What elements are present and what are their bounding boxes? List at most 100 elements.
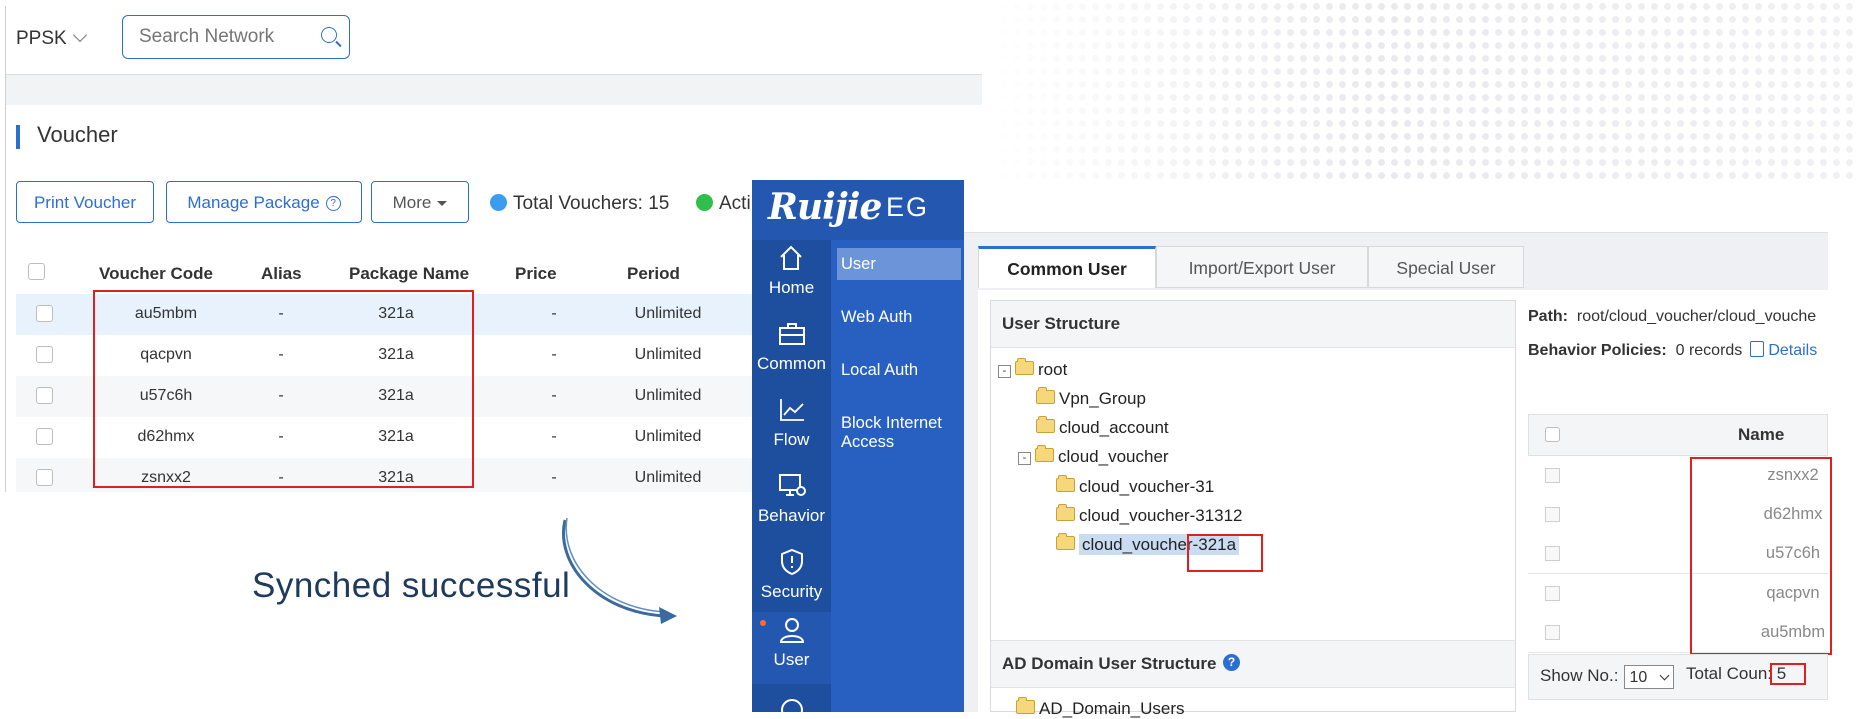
submenu: User Web Auth Local Auth Block Internet …	[831, 240, 964, 712]
nav-common-label: Common	[757, 354, 826, 373]
nav-user-label: User	[773, 650, 810, 669]
period-cell: Unlimited	[634, 428, 702, 445]
status-dot-icon	[490, 194, 507, 211]
more-button[interactable]: More	[371, 181, 469, 223]
tree-node-cloud-voucher[interactable]: - cloud_voucher	[1018, 445, 1169, 467]
tab-import-export-user[interactable]: Import/Export User	[1156, 246, 1368, 288]
row-checkbox[interactable]	[36, 469, 53, 486]
tab-special-user[interactable]: Special User	[1368, 246, 1524, 288]
collapse-icon[interactable]: -	[998, 365, 1011, 378]
nav-common[interactable]: Common	[752, 316, 831, 390]
tree-label: cloud_account	[1059, 418, 1169, 437]
monitor-settings-icon	[779, 474, 806, 496]
row-checkbox[interactable]	[1545, 546, 1560, 561]
home-icon	[780, 245, 802, 270]
search-network-input[interactable]	[137, 25, 301, 49]
search-icon[interactable]	[321, 27, 337, 43]
period-cell: Unlimited	[634, 305, 702, 322]
folder-icon	[1056, 504, 1075, 521]
row-checkbox[interactable]	[36, 346, 53, 363]
tree-node-root[interactable]: - root	[998, 358, 1068, 380]
nav-security[interactable]: Security	[752, 544, 831, 618]
column-header-name[interactable]: Name	[1738, 425, 1784, 445]
behavior-policies-label: Behavior Policies:	[1528, 342, 1667, 359]
folder-icon	[1015, 358, 1034, 375]
tree-label: root	[1038, 360, 1068, 379]
folder-icon	[1035, 445, 1054, 462]
tree-node-cloud-account[interactable]: cloud_account	[1036, 416, 1169, 438]
collapse-icon[interactable]: -	[1018, 452, 1031, 465]
tree-node-cloud-voucher-31312[interactable]: cloud_voucher-31312	[1056, 504, 1243, 526]
column-header-voucher-code[interactable]: Voucher Code	[99, 264, 213, 284]
submenu-block-internet-access[interactable]: Block Internet Access	[841, 414, 959, 452]
status-dot-icon	[696, 194, 713, 211]
details-link[interactable]: Details	[1768, 342, 1817, 359]
nav-flow-label: Flow	[773, 430, 810, 449]
row-checkbox[interactable]	[36, 387, 53, 404]
annotation-text: Synched successful	[252, 566, 571, 605]
row-checkbox[interactable]	[36, 428, 53, 445]
print-voucher-button[interactable]: Print Voucher	[16, 181, 154, 223]
nav-more[interactable]	[752, 690, 831, 716]
ppsk-dropdown[interactable]: PPSK	[16, 27, 87, 50]
briefcase-icon	[779, 323, 805, 345]
folder-icon	[1056, 475, 1075, 492]
nav-home[interactable]: Home	[752, 240, 831, 314]
price-cell: -	[551, 387, 557, 404]
submenu-user[interactable]: User	[841, 255, 876, 274]
nav-security-label: Security	[760, 582, 823, 601]
row-checkbox[interactable]	[1545, 625, 1560, 640]
chart-line-icon	[780, 399, 804, 421]
submenu-web-auth[interactable]: Web Auth	[841, 308, 912, 327]
path-label: Path:	[1528, 308, 1568, 325]
column-header-period[interactable]: Period	[627, 264, 680, 284]
select-all-checkbox[interactable]	[28, 263, 45, 280]
page-size-value: 10	[1629, 669, 1648, 686]
manage-package-label: Manage Package	[187, 193, 320, 212]
top-bar: PPSK	[6, 6, 982, 74]
help-circle-icon[interactable]: ?	[325, 196, 341, 211]
period-cell: Unlimited	[634, 346, 702, 363]
caret-down-icon	[437, 201, 448, 206]
total-vouchers-text: Total Vouchers: 15	[513, 193, 670, 214]
tree-node-cloud-voucher-31[interactable]: cloud_voucher-31	[1056, 475, 1214, 497]
user-icon	[779, 618, 805, 643]
submenu-local-auth[interactable]: Local Auth	[841, 361, 918, 380]
nav-user[interactable]: User	[752, 612, 831, 684]
price-cell: -	[551, 305, 557, 322]
tree-node-ad-domain-users[interactable]: AD_Domain_Users	[1016, 697, 1185, 719]
column-header-price[interactable]: Price	[515, 264, 557, 284]
help-icon[interactable]: ?	[1223, 654, 1240, 671]
highlight-box-count	[1770, 663, 1806, 685]
nav-home-label: Home	[768, 278, 815, 297]
price-cell: -	[551, 428, 557, 445]
active-stat: Acti	[696, 192, 751, 215]
tree-label: AD_Domain_Users	[1039, 699, 1185, 718]
manage-package-button[interactable]: Manage Package?	[166, 181, 362, 223]
nav-flow[interactable]: Flow	[752, 392, 831, 466]
column-header-alias[interactable]: Alias	[261, 264, 302, 284]
active-text: Acti	[719, 193, 751, 214]
row-checkbox[interactable]	[1545, 586, 1560, 601]
details-icon[interactable]	[1750, 341, 1765, 357]
nav-behavior[interactable]: Behavior	[752, 468, 831, 542]
page-title: Voucher	[37, 122, 118, 147]
tree-label: cloud_voucher-31312	[1079, 506, 1243, 525]
page-size-select[interactable]: 10	[1624, 665, 1675, 689]
search-network-box[interactable]	[122, 15, 350, 59]
period-cell: Unlimited	[634, 387, 702, 404]
row-checkbox[interactable]	[36, 305, 53, 322]
column-header-package-name[interactable]: Package Name	[349, 264, 469, 284]
row-checkbox[interactable]	[1545, 507, 1560, 522]
tree-node-vpn-group[interactable]: Vpn_Group	[1036, 387, 1146, 409]
select-all-checkbox[interactable]	[1545, 427, 1560, 442]
ppsk-label: PPSK	[16, 28, 67, 49]
highlight-box-voucher-codes	[93, 290, 474, 488]
total-count-label: Total Coun	[1686, 664, 1768, 683]
nav-behavior-label: Behavior	[757, 506, 826, 525]
tab-common-user[interactable]: Common User	[978, 246, 1156, 288]
price-cell: -	[551, 469, 557, 486]
row-checkbox[interactable]	[1545, 468, 1560, 483]
dot-pattern-fade	[985, 0, 1856, 180]
gray-band	[6, 75, 982, 105]
